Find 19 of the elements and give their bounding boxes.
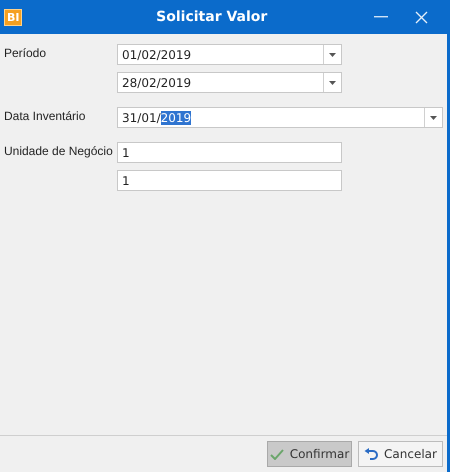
window-title: Solicitar Valor: [155, 9, 268, 25]
input-field[interactable]: 1: [117, 170, 342, 191]
cancel-button[interactable]: Cancelar: [358, 441, 443, 467]
app-logo: BI: [4, 8, 22, 26]
date-dropdown[interactable]: 28/02/2019: [117, 72, 342, 93]
caret-icon: [329, 52, 336, 56]
close-icon: [414, 10, 428, 24]
field-label: Unidade de Negócio: [4, 143, 114, 160]
caret-icon: [430, 116, 437, 120]
date-dropdown[interactable]: 31/01/2019: [117, 107, 443, 128]
confirm-button[interactable]: Confirmar: [267, 441, 352, 467]
minimize-icon: [374, 16, 388, 18]
date-dropdown[interactable]: 01/02/2019: [117, 44, 342, 65]
check-icon: [270, 448, 284, 460]
undo-icon: [364, 448, 378, 460]
field-label: Data Inventário: [4, 108, 86, 125]
input-field[interactable]: 1: [117, 142, 342, 163]
field-label: Período: [4, 45, 48, 62]
caret-icon: [329, 80, 336, 84]
